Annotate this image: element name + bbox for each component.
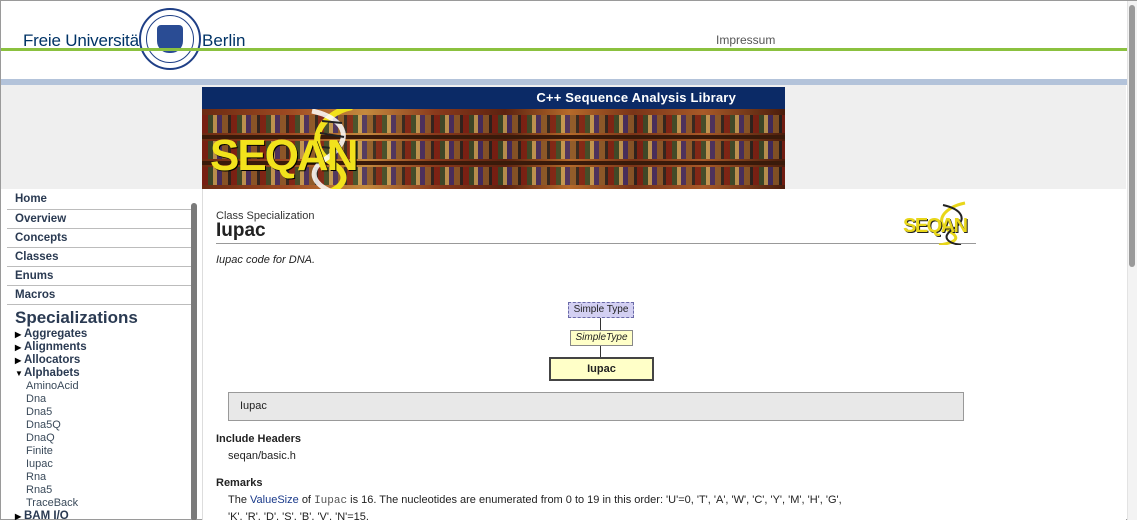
banner-subtitle: C++ Sequence Analysis Library bbox=[202, 87, 785, 109]
sidebar-item-dna5q[interactable]: Dna5Q bbox=[7, 419, 201, 432]
include-header-value: seqan/basic.h bbox=[228, 450, 296, 462]
valuesize-link[interactable]: ValueSize bbox=[250, 494, 299, 506]
category-aggregates[interactable]: ▶ Aggregates bbox=[7, 328, 201, 341]
nav-macros[interactable]: Macros bbox=[7, 286, 197, 305]
sidebar-item-iupac[interactable]: Iupac bbox=[7, 458, 201, 471]
category-label[interactable]: Alignments bbox=[24, 341, 87, 353]
sidebar: Home Overview Concepts Classes Enums Mac… bbox=[7, 191, 201, 520]
page-title: Iupac bbox=[216, 220, 266, 241]
remarks-pre: The bbox=[228, 494, 247, 506]
header-green-line bbox=[1, 48, 1136, 51]
sidebar-scrollbar-thumb[interactable] bbox=[191, 203, 197, 520]
sidebar-item-traceback[interactable]: TraceBack bbox=[7, 497, 201, 510]
class-summary: Iupac code for DNA. bbox=[216, 254, 316, 266]
remarks-of: of bbox=[301, 494, 311, 506]
library-bookshelf-image: SEQAN bbox=[202, 109, 785, 189]
site-header: Freie Universität Berlin Impressum bbox=[1, 1, 1136, 79]
expand-triangle-icon[interactable]: ▶ bbox=[15, 354, 24, 367]
nav-home[interactable]: Home bbox=[7, 191, 197, 210]
collapse-triangle-icon[interactable]: ▼ bbox=[15, 367, 24, 380]
diagram-node-simpletype-class[interactable]: SimpleType bbox=[570, 330, 633, 346]
nav-overview[interactable]: Overview bbox=[7, 210, 197, 229]
category-bam-io[interactable]: ▶ BAM I/O bbox=[7, 510, 201, 520]
sidebar-item-finite[interactable]: Finite bbox=[7, 445, 201, 458]
seqan-small-logo: SEQAN bbox=[903, 201, 975, 245]
sidebar-item-dna[interactable]: Dna bbox=[7, 393, 201, 406]
sidebar-item-dna5[interactable]: Dna5 bbox=[7, 406, 201, 419]
seqan-banner: C++ Sequence Analysis Library SEQAN bbox=[202, 87, 785, 189]
category-alphabets[interactable]: ▼Alphabets bbox=[7, 367, 201, 380]
diagram-node-simple-type-concept[interactable]: Simple Type bbox=[568, 302, 634, 318]
nav-enums[interactable]: Enums bbox=[7, 267, 197, 286]
remarks-text-continued: 'K', 'R', 'D', 'S', 'B', 'V', 'N'=15. bbox=[228, 511, 369, 520]
diagram-connector bbox=[600, 346, 601, 357]
fu-berlin-seal-icon[interactable] bbox=[139, 8, 201, 70]
category-label[interactable]: Allocators bbox=[24, 354, 80, 366]
signature-box: Iupac bbox=[228, 392, 964, 421]
nav-classes[interactable]: Classes bbox=[7, 248, 197, 267]
diagram-node-iupac: Iupac bbox=[549, 357, 654, 381]
category-label[interactable]: Alphabets bbox=[24, 367, 80, 379]
sidebar-item-rna[interactable]: Rna bbox=[7, 471, 201, 484]
impressum-link[interactable]: Impressum bbox=[716, 33, 775, 47]
seqan-small-logo-text: SEQAN bbox=[903, 215, 968, 237]
remarks-code: Iupac bbox=[314, 495, 348, 507]
remarks-post: is 16. The nucleotides are enumerated fr… bbox=[350, 494, 842, 506]
category-label[interactable]: BAM I/O bbox=[24, 510, 69, 520]
main-content: Class Specialization Iupac SEQAN Iupac c… bbox=[202, 189, 1126, 520]
sidebar-item-dnaq[interactable]: DnaQ bbox=[7, 432, 201, 445]
sidebar-item-aminoacid[interactable]: AminoAcid bbox=[7, 380, 201, 393]
specializations-heading: Specializations bbox=[15, 308, 138, 327]
category-allocators[interactable]: ▶ Allocators bbox=[7, 354, 201, 367]
expand-triangle-icon[interactable]: ▶ bbox=[15, 510, 24, 520]
diagram-connector bbox=[600, 318, 601, 330]
category-label[interactable]: Aggregates bbox=[24, 328, 87, 340]
remarks-heading: Remarks bbox=[216, 477, 263, 489]
expand-triangle-icon[interactable]: ▶ bbox=[15, 328, 24, 341]
expand-triangle-icon[interactable]: ▶ bbox=[15, 341, 24, 354]
window-scrollbar-thumb[interactable] bbox=[1129, 5, 1135, 267]
title-divider bbox=[216, 243, 976, 244]
category-alignments[interactable]: ▶ Alignments bbox=[7, 341, 201, 354]
sidebar-item-rna5[interactable]: Rna5 bbox=[7, 484, 201, 497]
seqan-logo-text: SEQAN bbox=[210, 131, 358, 180]
include-headers-heading: Include Headers bbox=[216, 433, 301, 445]
remarks-text: The ValueSize of Iupac is 16. The nucleo… bbox=[228, 494, 842, 507]
nav-concepts[interactable]: Concepts bbox=[7, 229, 197, 248]
